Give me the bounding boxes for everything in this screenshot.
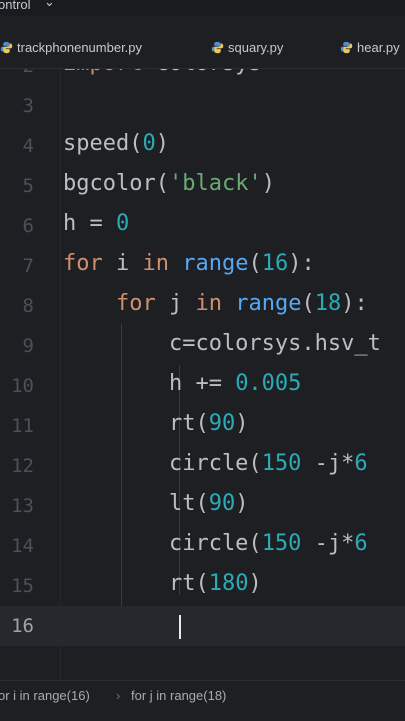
code-text[interactable]: for i in range(16):	[63, 251, 315, 276]
code-line[interactable]: 8 for j in range(18):	[0, 286, 405, 326]
code-line[interactable]: 11 rt(90)	[0, 406, 405, 446]
editor-tabs: trackphonenumber.py squary.py hear.py	[0, 30, 405, 69]
code-text[interactable]: c=colorsys.hsv_t	[63, 331, 381, 356]
code-line[interactable]: 3	[0, 86, 405, 126]
code-line[interactable]: 6 h = 0	[0, 206, 405, 246]
line-number: 10	[11, 375, 34, 397]
code-editor[interactable]: 2 import colorsys 3 4 speed(0) 5 bgcolor('blac…	[0, 69, 405, 680]
text-caret	[179, 615, 181, 639]
code-line[interactable]: 13 lt(90)	[0, 486, 405, 526]
line-number: 14	[11, 535, 34, 557]
code-text[interactable]: bgcolor('black')	[63, 171, 275, 196]
line-number: 4	[22, 135, 34, 157]
line-number: 8	[22, 295, 34, 317]
code-text[interactable]: for j in range(18):	[63, 291, 368, 316]
breadcrumb-item-inner-loop[interactable]: for j in range(18)	[131, 688, 226, 703]
line-number: 7	[22, 255, 34, 277]
line-number: 11	[11, 415, 34, 437]
code-text[interactable]: circle(150 -j*6	[63, 451, 368, 476]
window-title: ontrol	[0, 0, 31, 12]
code-text[interactable]: h = 0	[63, 211, 129, 236]
code-text[interactable]: h += 0.005	[63, 371, 301, 396]
line-number: 9	[22, 335, 34, 357]
breadcrumb: or i in range(16) › for j in range(18)	[0, 680, 405, 721]
line-number: 2	[0, 69, 34, 77]
code-text[interactable]: import colorsys	[63, 69, 262, 76]
code-text[interactable]: rt(180)	[63, 571, 262, 596]
line-number: 15	[11, 575, 34, 597]
code-line[interactable]: 9 c=colorsys.hsv_t	[0, 326, 405, 366]
code-line[interactable]: 16	[0, 606, 405, 646]
breadcrumb-item-outer-loop[interactable]: or i in range(16)	[0, 688, 90, 703]
line-number: 16	[11, 615, 34, 637]
code-line[interactable]: 5 bgcolor('black')	[0, 166, 405, 206]
tab-label: trackphonenumber.py	[17, 40, 143, 55]
code-text[interactable]: lt(90)	[63, 491, 249, 516]
line-number: 3	[22, 95, 34, 117]
python-file-icon	[211, 41, 224, 54]
title-bar: ontrol ⌄	[0, 0, 405, 16]
code-line[interactable]: 15 rt(180)	[0, 566, 405, 606]
code-line[interactable]: 10 h += 0.005	[0, 366, 405, 406]
tab-label: squary.py	[228, 40, 284, 55]
chevron-down-icon[interactable]: ⌄	[44, 0, 55, 10]
code-text[interactable]: rt(90)	[63, 411, 249, 436]
python-file-icon	[340, 41, 353, 54]
tab-squary[interactable]: squary.py	[211, 40, 283, 55]
tab-label: hear.py	[357, 40, 400, 55]
breadcrumb-separator: ›	[116, 688, 121, 703]
code-text[interactable]: speed(0)	[63, 131, 169, 156]
tab-trackphonenumber[interactable]: trackphonenumber.py	[0, 40, 142, 55]
line-number: 12	[11, 455, 34, 477]
code-line[interactable]: 7 for i in range(16):	[0, 246, 405, 286]
code-text[interactable]: circle(150 -j*6	[63, 531, 368, 556]
line-number: 5	[22, 175, 34, 197]
code-line[interactable]: 2 import colorsys	[0, 69, 405, 86]
line-number: 13	[11, 495, 34, 517]
code-line[interactable]: 14 circle(150 -j*6	[0, 526, 405, 566]
tab-hear[interactable]: hear.py	[340, 40, 400, 55]
code-line[interactable]: 12 circle(150 -j*6	[0, 446, 405, 486]
line-number: 6	[22, 215, 34, 237]
python-file-icon	[0, 41, 13, 54]
code-line[interactable]: 4 speed(0)	[0, 126, 405, 166]
